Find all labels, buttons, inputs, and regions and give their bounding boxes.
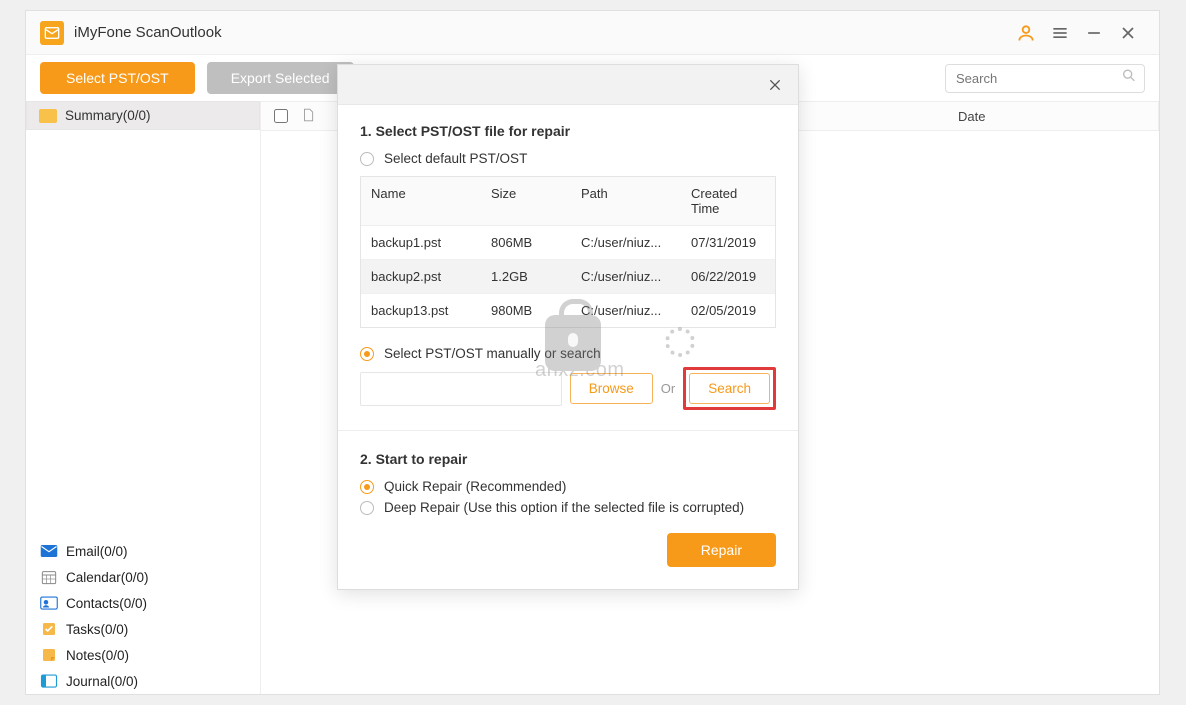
radio-default-row[interactable]: Select default PST/OST [360,151,776,166]
journal-icon [40,673,58,689]
search-icon[interactable] [1121,68,1137,89]
attachment-header-icon [301,108,331,125]
titlebar: iMyFone ScanOutlook [26,11,1159,55]
table-row[interactable]: backup13.pst 980MB C:/user/niuz... 02/05… [361,294,775,327]
nav-label: Contacts(0/0) [66,596,147,611]
select-file-dialog: 1. Select PST/OST file for repair Select… [337,64,799,590]
nav-notes[interactable]: Notes(0/0) [26,642,260,668]
search-input[interactable] [945,64,1145,93]
section1-title: 1. Select PST/OST file for repair [360,123,776,139]
nav-label: Tasks(0/0) [66,622,128,637]
sidebar: Summary(0/0) Email(0/0) Calendar(0/0) Co… [26,101,261,694]
browse-button[interactable]: Browse [570,373,653,404]
tasks-icon [40,621,58,637]
col-size: Size [481,177,571,225]
radio-manual-label: Select PST/OST manually or search [384,346,601,361]
radio-quick-label: Quick Repair (Recommended) [384,479,566,494]
radio-deep-row[interactable]: Deep Repair (Use this option if the sele… [360,500,776,515]
email-icon [40,543,58,559]
nav-label: Notes(0/0) [66,648,129,663]
tree-item-summary[interactable]: Summary(0/0) [26,101,260,130]
date-column: Date [948,109,1158,124]
folder-tree: Summary(0/0) [26,101,260,130]
file-path-input[interactable] [360,372,562,406]
nav-label: Email(0/0) [66,544,128,559]
folder-icon [39,109,57,123]
file-table: Name Size Path Created Time backup1.pst … [360,176,776,328]
col-path: Path [571,177,681,225]
radio-manual[interactable] [360,347,374,361]
tree-item-label: Summary(0/0) [65,108,151,123]
select-pst-button[interactable]: Select PST/OST [40,62,195,94]
col-time: Created Time [681,177,775,225]
manual-input-row: Browse Or Search [360,367,776,410]
export-selected-button: Export Selected [207,62,354,94]
nav-list: Email(0/0) Calendar(0/0) Contacts(0/0) T… [26,538,260,694]
radio-manual-row[interactable]: Select PST/OST manually or search [360,346,776,361]
radio-default-label: Select default PST/OST [384,151,527,166]
radio-quick[interactable] [360,480,374,494]
search-highlight: Search [683,367,776,410]
notes-icon [40,647,58,663]
nav-calendar[interactable]: Calendar(0/0) [26,564,260,590]
app-logo-icon [40,21,64,45]
dialog-close-icon[interactable] [762,72,788,98]
section2-title: 2. Start to repair [360,451,776,467]
close-icon[interactable] [1111,16,1145,50]
search-box [945,64,1145,93]
app-title: iMyFone ScanOutlook [74,24,222,41]
radio-default[interactable] [360,152,374,166]
or-label: Or [661,381,675,396]
nav-label: Journal(0/0) [66,674,138,689]
calendar-icon [40,569,58,585]
contacts-icon [40,595,58,611]
nav-contacts[interactable]: Contacts(0/0) [26,590,260,616]
search-button[interactable]: Search [689,373,770,404]
dialog-header [338,65,798,105]
nav-label: Calendar(0/0) [66,570,149,585]
menu-icon[interactable] [1043,16,1077,50]
radio-deep-label: Deep Repair (Use this option if the sele… [384,500,744,515]
col-name: Name [361,177,481,225]
repair-button[interactable]: Repair [667,533,776,567]
minimize-icon[interactable] [1077,16,1111,50]
nav-tasks[interactable]: Tasks(0/0) [26,616,260,642]
user-icon[interactable] [1009,16,1043,50]
table-row[interactable]: backup2.pst 1.2GB C:/user/niuz... 06/22/… [361,260,775,294]
nav-email[interactable]: Email(0/0) [26,538,260,564]
select-all-checkbox[interactable] [274,109,288,123]
radio-quick-row[interactable]: Quick Repair (Recommended) [360,479,776,494]
divider [338,430,798,431]
table-header: Name Size Path Created Time [361,177,775,226]
nav-journal[interactable]: Journal(0/0) [26,668,260,694]
radio-deep[interactable] [360,501,374,515]
table-row[interactable]: backup1.pst 806MB C:/user/niuz... 07/31/… [361,226,775,260]
